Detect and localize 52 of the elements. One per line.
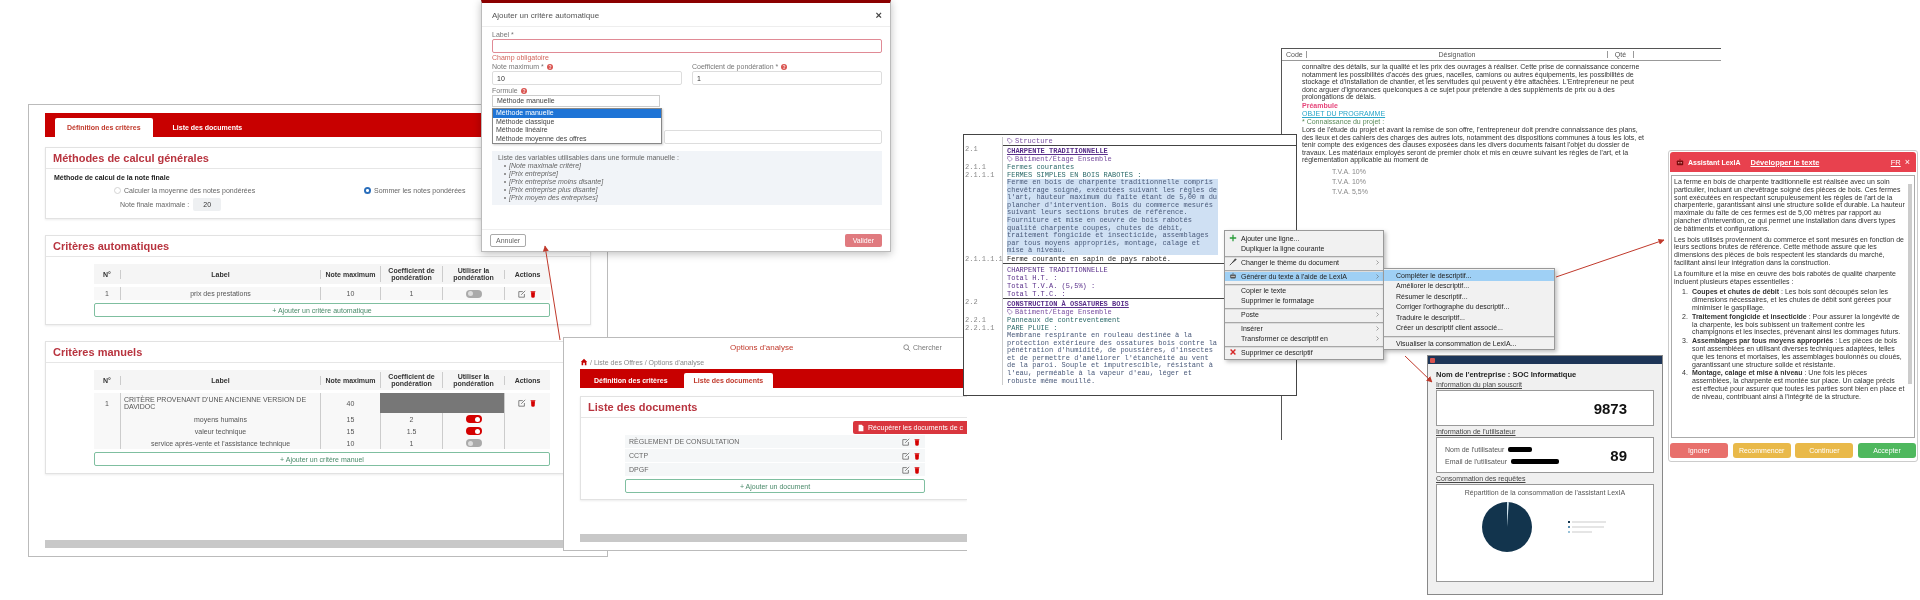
delete-icon[interactable] <box>913 465 921 474</box>
radio-button[interactable] <box>364 187 371 194</box>
toggle-switch[interactable] <box>465 427 482 435</box>
dialog-title: Ajouter un critère automatique <box>492 10 600 20</box>
legend-drawing <box>1568 520 1608 534</box>
section-heading: Critères manuels <box>53 346 143 358</box>
help-icon[interactable] <box>546 63 553 70</box>
redaction-bar <box>1508 446 1533 452</box>
page-title: Options d'analyse <box>730 343 794 352</box>
delete-icon[interactable] <box>913 451 921 460</box>
search-icon <box>903 343 911 352</box>
redaction-bar <box>1511 458 1560 464</box>
toggle-switch[interactable] <box>465 439 482 447</box>
section-heading: Méthodes de calcul générales <box>53 152 209 164</box>
chevron-icon <box>1376 273 1379 279</box>
close-button[interactable]: × <box>1904 157 1910 167</box>
arrow <box>1404 355 1433 383</box>
section-heading: Liste des documents <box>588 401 698 413</box>
pie-chart-drawing <box>1482 502 1532 552</box>
plus-icon <box>1229 234 1237 242</box>
edit-icon[interactable] <box>902 465 910 474</box>
toggle-switch[interactable] <box>465 415 482 423</box>
edit-icon[interactable] <box>902 451 910 460</box>
file-icon <box>857 423 866 432</box>
chevron-icon <box>1376 259 1379 265</box>
brush-icon <box>1229 258 1237 266</box>
tag-icon <box>1007 138 1013 144</box>
delete-icon[interactable] <box>529 399 537 407</box>
chevron-icon <box>1376 311 1379 317</box>
toggle-switch[interactable] <box>465 289 482 298</box>
remaining-requests-count: 9873 <box>1593 399 1627 417</box>
tag-icon <box>1007 156 1013 162</box>
close-button[interactable]: × <box>875 9 882 21</box>
input-field[interactable] <box>492 39 882 53</box>
home-icon[interactable] <box>580 358 588 366</box>
edit-icon[interactable] <box>518 399 526 407</box>
delete-icon <box>1229 348 1237 356</box>
generated-text-area[interactable] <box>1671 175 1915 438</box>
delete-icon[interactable] <box>913 437 921 446</box>
radio-button[interactable] <box>114 187 121 194</box>
scrollbar[interactable] <box>1908 184 1912 384</box>
tag-icon <box>1007 308 1013 315</box>
request-count: 89 <box>1610 446 1627 464</box>
app-icon <box>1430 357 1435 363</box>
delete-icon[interactable] <box>529 289 537 298</box>
edit-icon[interactable] <box>518 289 526 298</box>
help-icon[interactable] <box>520 87 527 94</box>
section-heading: Critères automatiques <box>53 240 170 252</box>
help-icon[interactable] <box>781 63 788 70</box>
edit-icon[interactable] <box>902 437 910 446</box>
robot-icon <box>1676 158 1684 166</box>
robot-icon <box>1229 272 1237 280</box>
